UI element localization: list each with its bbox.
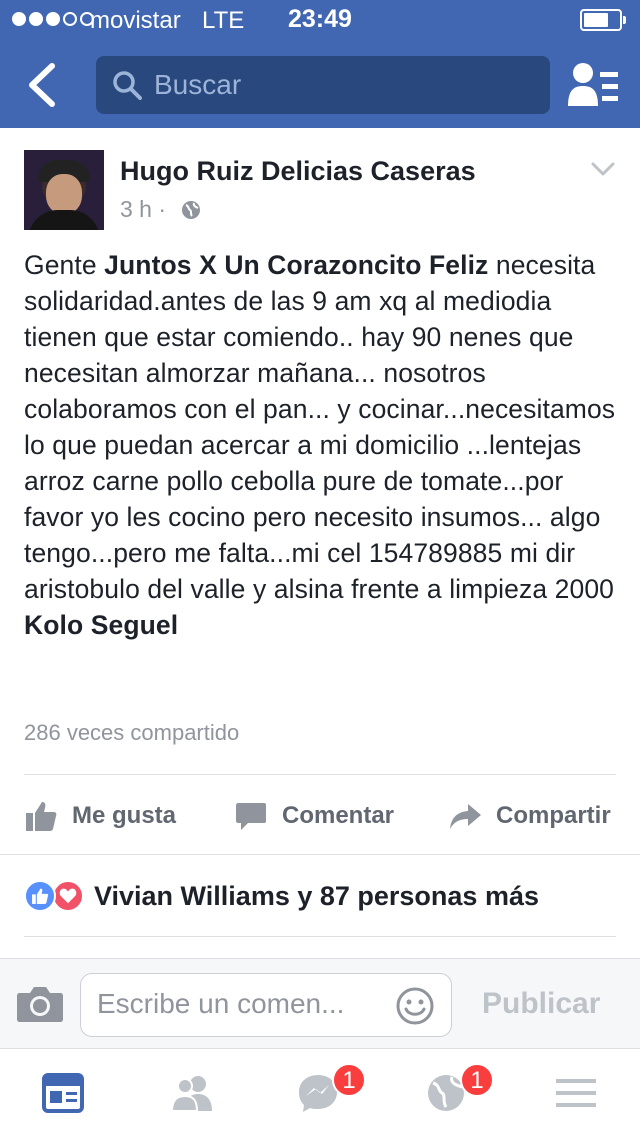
divider — [0, 854, 640, 855]
user-mention-link[interactable]: Kolo Seguel — [24, 610, 178, 640]
news-feed-icon[interactable] — [40, 1071, 88, 1115]
top-bar: movistar LTE 23:49 Buscar — [0, 0, 640, 128]
share-count[interactable]: 286 veces compartido — [24, 720, 239, 746]
reactions-summary[interactable]: Vivian Williams y 87 personas más — [24, 878, 539, 914]
comment-input[interactable]: Escribe un comen... — [80, 973, 452, 1037]
comment-bubble-icon — [236, 803, 266, 830]
notifications-badge: 1 — [460, 1063, 494, 1097]
camera-icon[interactable] — [16, 983, 64, 1023]
post-author[interactable]: Hugo Ruiz Delicias Caseras — [120, 156, 476, 187]
post-text: Gente Juntos X Un Corazoncito Feliz nece… — [24, 247, 624, 643]
share-label: Compartir — [496, 802, 611, 829]
status-bar: movistar LTE 23:49 — [0, 0, 640, 40]
signal-strength-icon — [12, 12, 94, 26]
comment-label: Comentar — [282, 802, 395, 829]
share-arrow-icon — [450, 804, 481, 829]
reactors-text[interactable]: Vivian Williams y 87 personas más — [94, 881, 539, 912]
comment-button[interactable]: Comentar — [234, 796, 394, 836]
chevron-down-icon[interactable] — [590, 158, 616, 180]
search-bar[interactable]: Buscar — [96, 56, 550, 114]
publish-button[interactable]: Publicar — [482, 987, 600, 1021]
post-timestamp[interactable]: 3 h · — [120, 196, 166, 223]
like-reaction-icon — [24, 880, 56, 912]
friend-requests-icon[interactable] — [566, 60, 620, 110]
comment-composer: Escribe un comen... Publicar — [0, 958, 640, 1048]
notifications-tab[interactable]: 1 — [424, 1063, 494, 1115]
divider — [24, 936, 616, 937]
bottom-tab-bar: 1 1 — [0, 1048, 640, 1136]
search-input[interactable]: Buscar — [154, 69, 241, 101]
hamburger-menu-icon[interactable] — [552, 1071, 600, 1115]
battery-icon — [580, 9, 626, 31]
search-icon — [113, 71, 142, 100]
avatar[interactable] — [24, 150, 104, 230]
carrier-name: movistar — [90, 7, 181, 34]
comment-placeholder: Escribe un comen... — [97, 988, 345, 1019]
friends-icon[interactable] — [168, 1071, 216, 1115]
messenger-tab[interactable]: 1 — [296, 1063, 366, 1115]
status-clock: 23:49 — [288, 5, 352, 33]
post-text-body: necesita solidaridad.antes de las 9 am x… — [24, 250, 616, 604]
page-mention-link[interactable]: Juntos X Un Corazoncito Feliz — [104, 250, 488, 280]
post-text-intro: Gente — [24, 250, 105, 280]
messenger-badge: 1 — [332, 1063, 366, 1097]
network-type: LTE — [202, 7, 245, 34]
divider — [24, 774, 616, 775]
thumbs-up-icon — [26, 802, 57, 831]
share-button[interactable]: Compartir — [448, 796, 611, 836]
like-label: Me gusta — [72, 802, 177, 829]
love-reaction-icon — [52, 880, 84, 912]
back-arrow-icon[interactable] — [22, 60, 66, 110]
globe-icon — [182, 201, 200, 219]
emoji-icon[interactable] — [395, 986, 435, 1026]
like-button[interactable]: Me gusta — [24, 796, 176, 836]
